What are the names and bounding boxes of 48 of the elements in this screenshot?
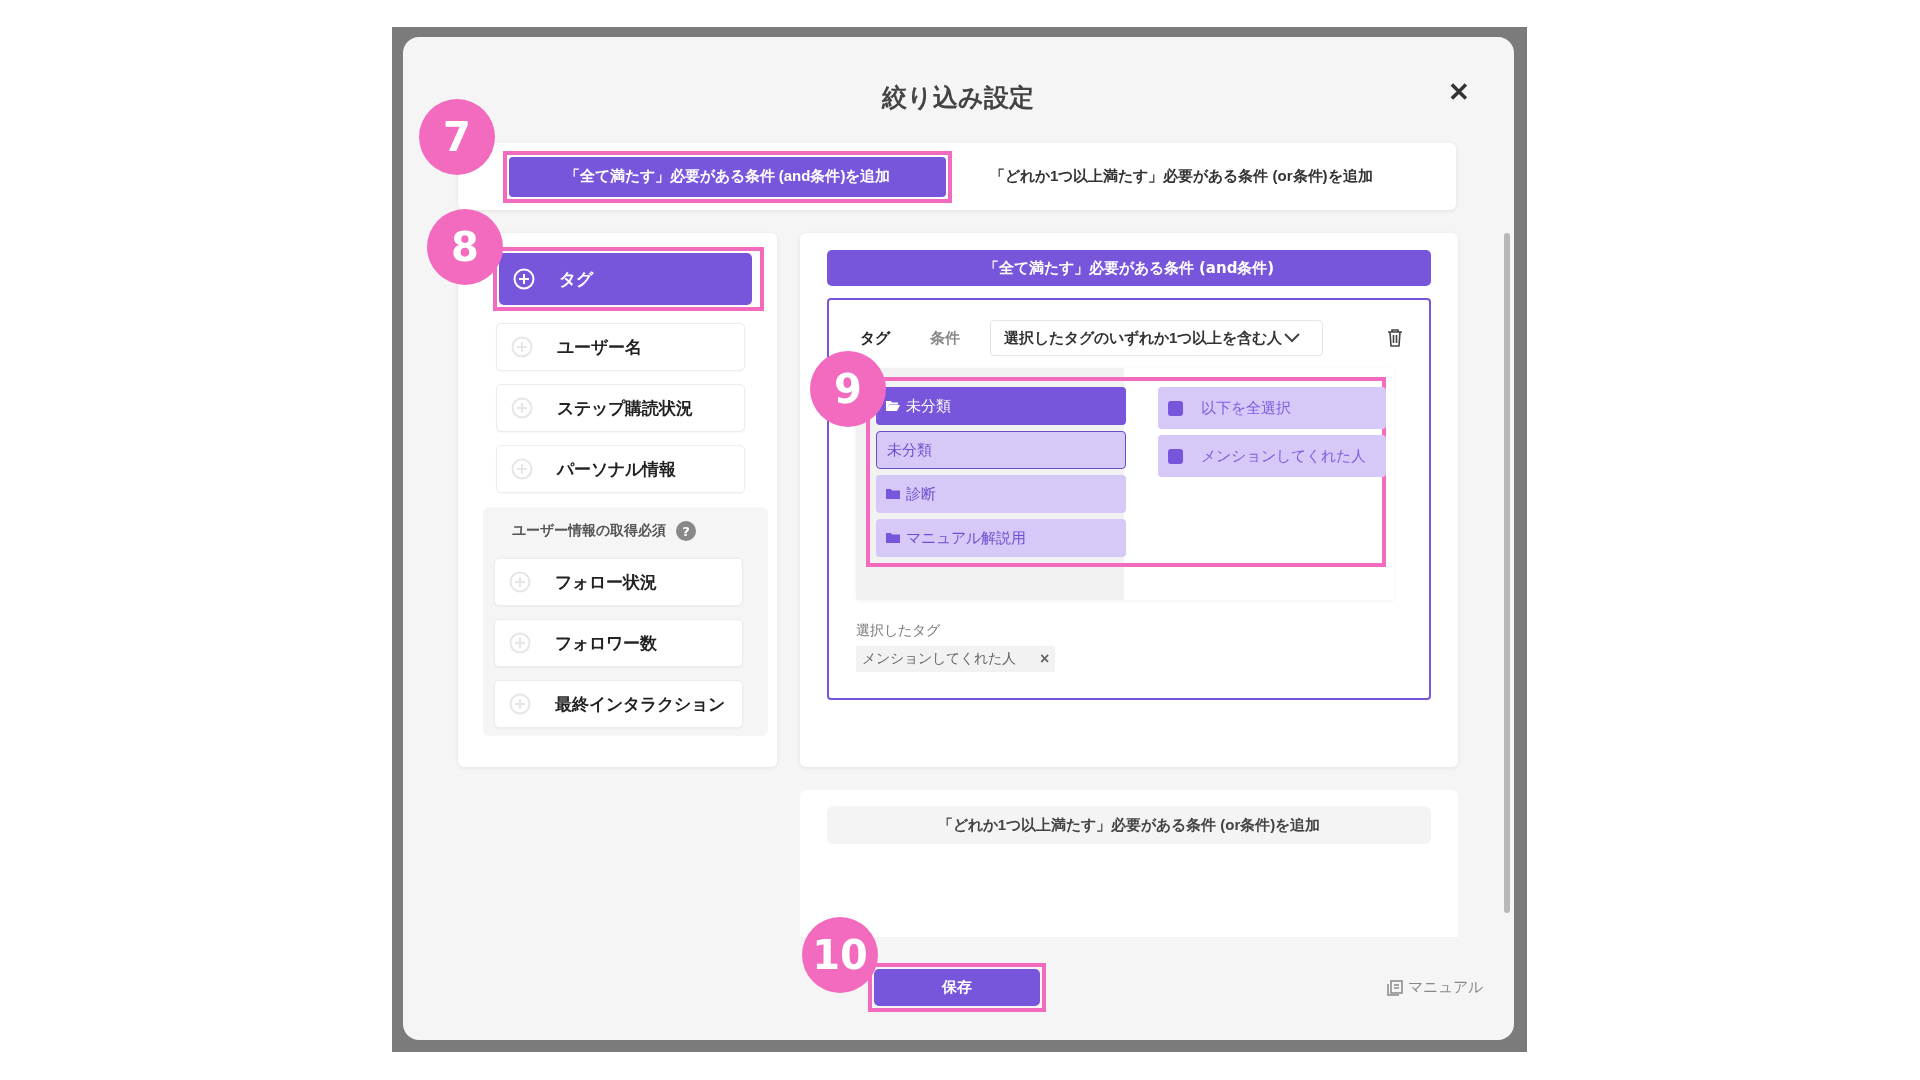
dialog-title: 絞り込み設定 — [882, 81, 1034, 114]
condition-dropdown[interactable]: 選択したタグのいずれか1つ以上を含む人 — [990, 320, 1323, 356]
plus-circle-icon — [509, 693, 531, 715]
save-button[interactable]: 保存 — [874, 969, 1040, 1006]
field-label: タグ — [859, 328, 892, 348]
condition-type-item[interactable]: 最終インタラクション — [494, 680, 743, 728]
condition-tab[interactable]: 「全て満たす」必要がある条件 (and条件)を追加 — [509, 156, 946, 197]
step-badge: 8 — [427, 209, 503, 285]
condition-type-item[interactable]: パーソナル情報 — [496, 445, 745, 493]
selected-tags-label: 選択したタグ — [856, 622, 941, 640]
tag-folder[interactable]: 診断 — [876, 475, 1126, 513]
help-icon[interactable]: ? — [676, 521, 696, 541]
open-folder-icon — [886, 400, 900, 412]
group-label: ユーザー情報の取得必須 — [512, 522, 666, 540]
plus-circle-icon — [511, 397, 533, 419]
document-icon — [1387, 979, 1403, 996]
checkbox-icon — [1168, 448, 1183, 464]
add-or-condition-button[interactable]: 「どれか1つ以上満たす」必要がある条件 (or条件)を追加 — [827, 806, 1431, 844]
plus-circle-icon — [509, 571, 531, 593]
remove-button[interactable]: × — [1040, 650, 1050, 668]
condition-type-item[interactable]: フォロワー数 — [494, 619, 743, 667]
plus-circle-icon — [511, 336, 533, 358]
plus-circle-icon — [513, 268, 535, 290]
checkbox-icon — [1168, 400, 1183, 416]
chevron-down-icon — [1284, 333, 1301, 343]
step-badge: 7 — [419, 98, 495, 175]
step-badge: 9 — [810, 351, 886, 427]
close-button[interactable]: ✕ — [1448, 77, 1470, 108]
tag-item[interactable]: 未分類 — [876, 431, 1126, 469]
trash-icon[interactable] — [1387, 329, 1403, 347]
and-section-header: 「全て満たす」必要がある条件 (and条件) — [827, 250, 1431, 286]
condition-type-item[interactable]: タグ — [499, 253, 752, 305]
plus-circle-icon — [509, 632, 531, 654]
folder-icon — [886, 488, 900, 500]
condition-label: 条件 — [930, 328, 961, 348]
condition-type-item[interactable]: ステップ購読状況 — [496, 384, 745, 432]
tag-option[interactable]: メンションしてくれた人 — [1158, 435, 1386, 477]
scrollbar[interactable] — [1504, 233, 1510, 913]
chip-label: メンションしてくれた人 — [862, 650, 1016, 668]
folder-icon — [886, 532, 900, 544]
plus-circle-icon — [511, 458, 533, 480]
tag-folder[interactable]: マニュアル解説用 — [876, 519, 1126, 557]
manual-link[interactable]: マニュアル — [1387, 978, 1483, 997]
condition-tab[interactable]: 「どれか1つ以上満たす」必要がある条件 (or条件)を追加 — [972, 156, 1391, 197]
condition-type-item[interactable]: フォロー状況 — [494, 558, 743, 606]
tag-folder[interactable]: 未分類 — [876, 387, 1126, 425]
tag-option[interactable]: 以下を全選択 — [1158, 387, 1386, 429]
condition-type-item[interactable]: ユーザー名 — [496, 323, 745, 371]
